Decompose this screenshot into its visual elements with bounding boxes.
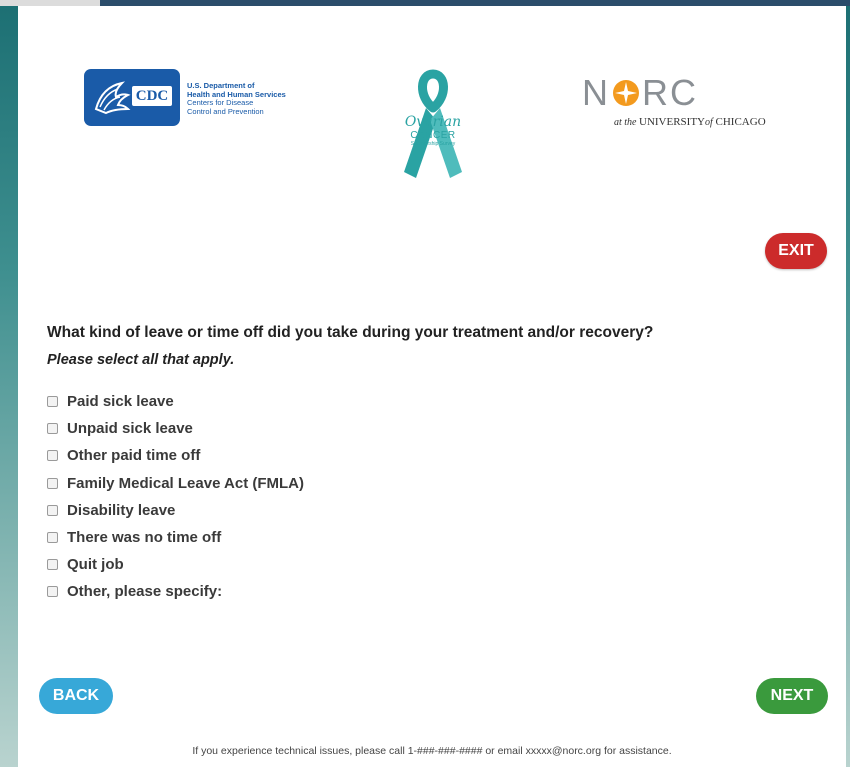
cdc-logo-box: CDC (84, 69, 180, 126)
option-label[interactable]: Family Medical Leave Act (FMLA) (67, 475, 304, 492)
option-label[interactable]: Quit job (67, 556, 124, 573)
support-footer-text: If you experience technical issues, plea… (192, 745, 672, 757)
option-label[interactable]: There was no time off (67, 529, 221, 546)
cdc-agency-text: U.S. Department of Health and Human Serv… (187, 81, 286, 116)
option-label[interactable]: Other, please specify: (67, 583, 222, 600)
norc-letter-n: N (582, 72, 610, 113)
norc-letters-rc: RC (642, 72, 698, 113)
checkbox-icon[interactable] (47, 504, 58, 516)
checkbox-icon[interactable] (47, 423, 58, 435)
norc-sub-main: UNIVERSITY (639, 116, 705, 128)
norc-logo: N RC at the UNIVERSITYof CHICAGO (582, 74, 782, 134)
next-button[interactable]: NEXT (756, 678, 828, 714)
checkbox-icon[interactable] (47, 586, 58, 598)
option-label[interactable]: Unpaid sick leave (67, 420, 193, 437)
cdc-text-line4: Control and Prevention (187, 106, 264, 116)
option-paid-sick-leave[interactable]: Paid sick leave (47, 388, 304, 415)
exit-button[interactable]: EXIT (765, 233, 827, 269)
option-other-paid-time-off[interactable]: Other paid time off (47, 442, 304, 469)
instruction-text: Please select all that apply. (47, 352, 235, 368)
checkbox-icon[interactable] (47, 559, 58, 571)
norc-sub-end: CHICAGO (712, 116, 766, 128)
cdc-wordmark: CDC (132, 86, 172, 106)
option-no-time-off[interactable]: There was no time off (47, 524, 304, 551)
ribbon-text-cancer: CANCER (410, 130, 456, 141)
norc-sub-of: of (705, 117, 713, 128)
option-disability-leave[interactable]: Disability leave (47, 497, 304, 524)
answer-options: Paid sick leave Unpaid sick leave Other … (47, 388, 304, 606)
survey-panel: CDC U.S. Department of Health and Human … (18, 6, 846, 767)
cdc-eagle-icon (94, 81, 131, 115)
checkbox-icon[interactable] (47, 477, 58, 489)
checkbox-icon[interactable] (47, 450, 58, 462)
cdc-logo: CDC U.S. Department of Health and Human … (84, 69, 314, 131)
norc-wordmark: N RC (582, 74, 698, 112)
checkbox-icon[interactable] (47, 396, 58, 408)
option-label[interactable]: Paid sick leave (67, 393, 174, 410)
norc-university-text: at the UNIVERSITYof CHICAGO (614, 116, 766, 128)
option-quit-job[interactable]: Quit job (47, 551, 304, 578)
option-other-specify[interactable]: Other, please specify: (47, 578, 304, 605)
ribbon-text-ovarian: Ovarian (404, 114, 462, 130)
ribbon-logo-text: Ovarian CANCER Survivorship Survey (390, 115, 476, 148)
norc-star-icon (613, 80, 639, 106)
option-unpaid-sick-leave[interactable]: Unpaid sick leave (47, 415, 304, 442)
back-button[interactable]: BACK (39, 678, 113, 714)
checkbox-icon[interactable] (47, 532, 58, 544)
option-label[interactable]: Disability leave (67, 502, 175, 519)
norc-sub-pre: at the (614, 117, 639, 128)
option-label[interactable]: Other paid time off (67, 447, 200, 464)
option-fmla[interactable]: Family Medical Leave Act (FMLA) (47, 470, 304, 497)
ribbon-text-survey: Survivorship Survey (410, 141, 456, 147)
question-text: What kind of leave or time off did you t… (47, 324, 654, 341)
